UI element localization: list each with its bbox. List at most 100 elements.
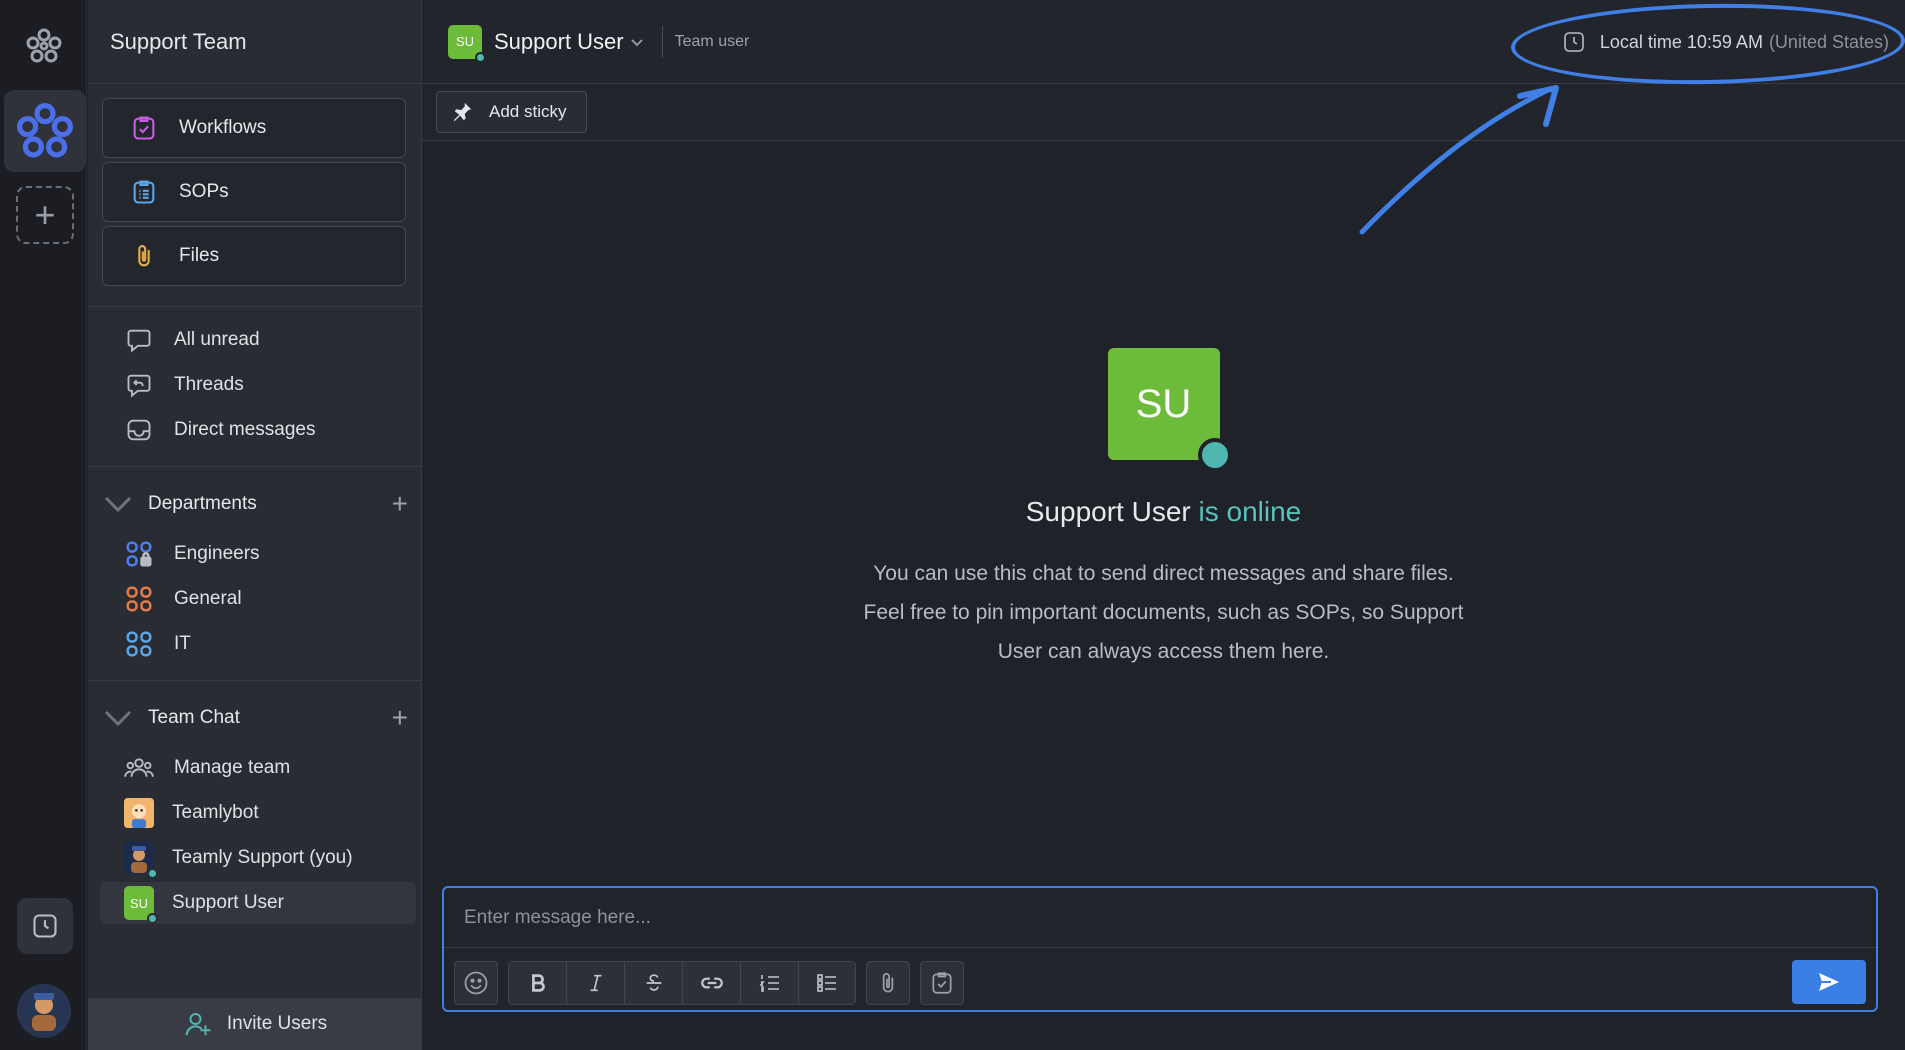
sidebar-tool-label: Files	[179, 245, 220, 266]
pin-icon	[451, 101, 473, 123]
online-status-dot	[475, 51, 486, 63]
clipboard-list-icon	[129, 177, 159, 207]
nav-label: Threads	[174, 374, 244, 395]
sidebar-tool-files[interactable]: Files	[102, 226, 406, 286]
section-title: Team Chat	[148, 707, 240, 728]
local-time-label: Local time 10:59 AM	[1599, 31, 1763, 52]
team-name[interactable]: Support Team	[88, 0, 421, 84]
attach-paperclip-icon[interactable]	[866, 961, 910, 1005]
department-it[interactable]: IT	[124, 626, 191, 662]
chat-support-user[interactable]: SU Support User	[124, 885, 284, 924]
chat-teamly-support[interactable]: Teamly Support (you)	[124, 840, 353, 879]
clock-icon[interactable]	[17, 898, 73, 954]
department-grid-icon	[124, 629, 154, 659]
chat-label: Teamlybot	[172, 802, 259, 823]
people-group-icon	[124, 753, 154, 783]
message-composer	[442, 886, 1878, 1012]
chat-teamlybot[interactable]: Teamlybot	[124, 795, 259, 831]
welcome-description: You can use this chat to send direct mes…	[863, 562, 1464, 663]
online-status-dot	[147, 913, 158, 924]
add-sticky-label: Add sticky	[489, 102, 567, 121]
online-status-text: is online	[1198, 496, 1302, 527]
avatar: SU	[1107, 348, 1232, 472]
sidebar: Support Team Workflows SOPs Files All un…	[88, 0, 422, 1050]
team-switcher-support-team[interactable]	[4, 90, 86, 172]
chat-manage-team[interactable]: Manage team	[124, 750, 290, 786]
add-sticky-button[interactable]: Add sticky	[436, 91, 588, 133]
section-title: Departments	[148, 493, 257, 514]
sidebar-tool-workflows[interactable]: Workflows	[102, 98, 406, 158]
nav-threads[interactable]: Threads	[124, 367, 244, 403]
invite-label: Invite Users	[226, 1013, 328, 1034]
avatar: SU	[124, 886, 158, 924]
chevron-down-icon	[102, 709, 134, 727]
department-engineers[interactable]: Engineers	[124, 536, 260, 572]
bold-icon[interactable]	[508, 961, 566, 1005]
sidebar-tool-label: SOPs	[179, 181, 229, 202]
chat-label: Teamly Support (you)	[172, 847, 353, 868]
avatar-initials: SU	[1135, 381, 1192, 426]
bot-avatar-icon	[124, 798, 154, 828]
section-team-chat[interactable]: Team Chat +	[102, 700, 408, 736]
invite-users-button[interactable]: Invite Users	[88, 998, 422, 1050]
nav-all-unread[interactable]: All unread	[124, 322, 260, 358]
chat-header: SU Support User Team user Local time 10:…	[422, 0, 1905, 88]
workflow-icon	[129, 113, 159, 143]
teamly-logo-icon[interactable]	[20, 22, 68, 70]
user-avatar[interactable]	[17, 984, 71, 1038]
divider	[88, 306, 422, 307]
bullet-list-icon[interactable]	[798, 961, 856, 1005]
divider	[88, 680, 422, 681]
strikethrough-icon[interactable]	[624, 961, 682, 1005]
italic-icon[interactable]	[566, 961, 624, 1005]
workspace-rail: +	[0, 0, 87, 1050]
local-time: Local time 10:59 AM (United States)	[1562, 22, 1889, 62]
send-button[interactable]	[1792, 960, 1866, 1004]
inbox-icon	[124, 415, 154, 445]
add-chat-icon[interactable]: +	[392, 704, 408, 732]
online-status-dot	[1197, 438, 1232, 472]
avatar	[124, 841, 158, 879]
app-window: + Support Team Workflows SOPs Files All …	[0, 0, 1905, 1050]
send-icon	[1819, 973, 1839, 991]
sidebar-tool-label: Workflows	[179, 117, 267, 138]
chat-bubble-icon	[124, 325, 154, 355]
chevron-down-icon	[102, 495, 134, 513]
clock-icon	[1562, 30, 1586, 54]
department-grid-icon	[124, 584, 154, 614]
chat-main: SU Support User Team user Local time 10:…	[422, 0, 1905, 1050]
avatar[interactable]: SU	[448, 24, 486, 63]
sidebar-tool-sops[interactable]: SOPs	[102, 162, 406, 222]
add-department-icon[interactable]: +	[392, 490, 408, 518]
numbered-list-icon[interactable]	[740, 961, 798, 1005]
paperclip-icon	[129, 241, 159, 271]
online-status-dot	[147, 868, 158, 879]
nav-label: Direct messages	[174, 419, 316, 440]
nav-label: All unread	[174, 329, 260, 350]
annotation-arrow-icon	[1359, 85, 1559, 235]
welcome-user-name: Support User	[1025, 496, 1191, 527]
department-label: IT	[174, 633, 191, 654]
attach-workflow-icon[interactable]	[920, 961, 964, 1005]
department-general[interactable]: General	[124, 581, 242, 617]
link-icon[interactable]	[682, 961, 740, 1005]
chat-user-name[interactable]: Support User	[494, 29, 624, 55]
message-input[interactable]	[444, 888, 1876, 948]
avatar-initials: SU	[129, 895, 149, 911]
section-departments[interactable]: Departments +	[102, 486, 408, 522]
chevron-down-icon[interactable]	[630, 37, 644, 47]
sticky-toolbar: Add sticky	[422, 84, 1905, 141]
online-status-line: Support User is online	[422, 496, 1905, 528]
chat-label: Manage team	[174, 757, 291, 778]
department-grid-lock-icon	[124, 539, 154, 569]
text-format-group	[508, 961, 856, 1005]
local-time-country: (United States)	[1768, 31, 1889, 52]
nav-direct-messages[interactable]: Direct messages	[124, 412, 316, 448]
divider	[661, 25, 663, 58]
add-team-icon[interactable]: +	[16, 186, 74, 244]
formatting-toolbar	[454, 960, 974, 1006]
add-user-icon	[183, 1009, 213, 1039]
emoji-icon[interactable]	[454, 961, 498, 1005]
avatar-initials: SU	[455, 34, 475, 49]
chat-label: Support User	[172, 892, 284, 913]
